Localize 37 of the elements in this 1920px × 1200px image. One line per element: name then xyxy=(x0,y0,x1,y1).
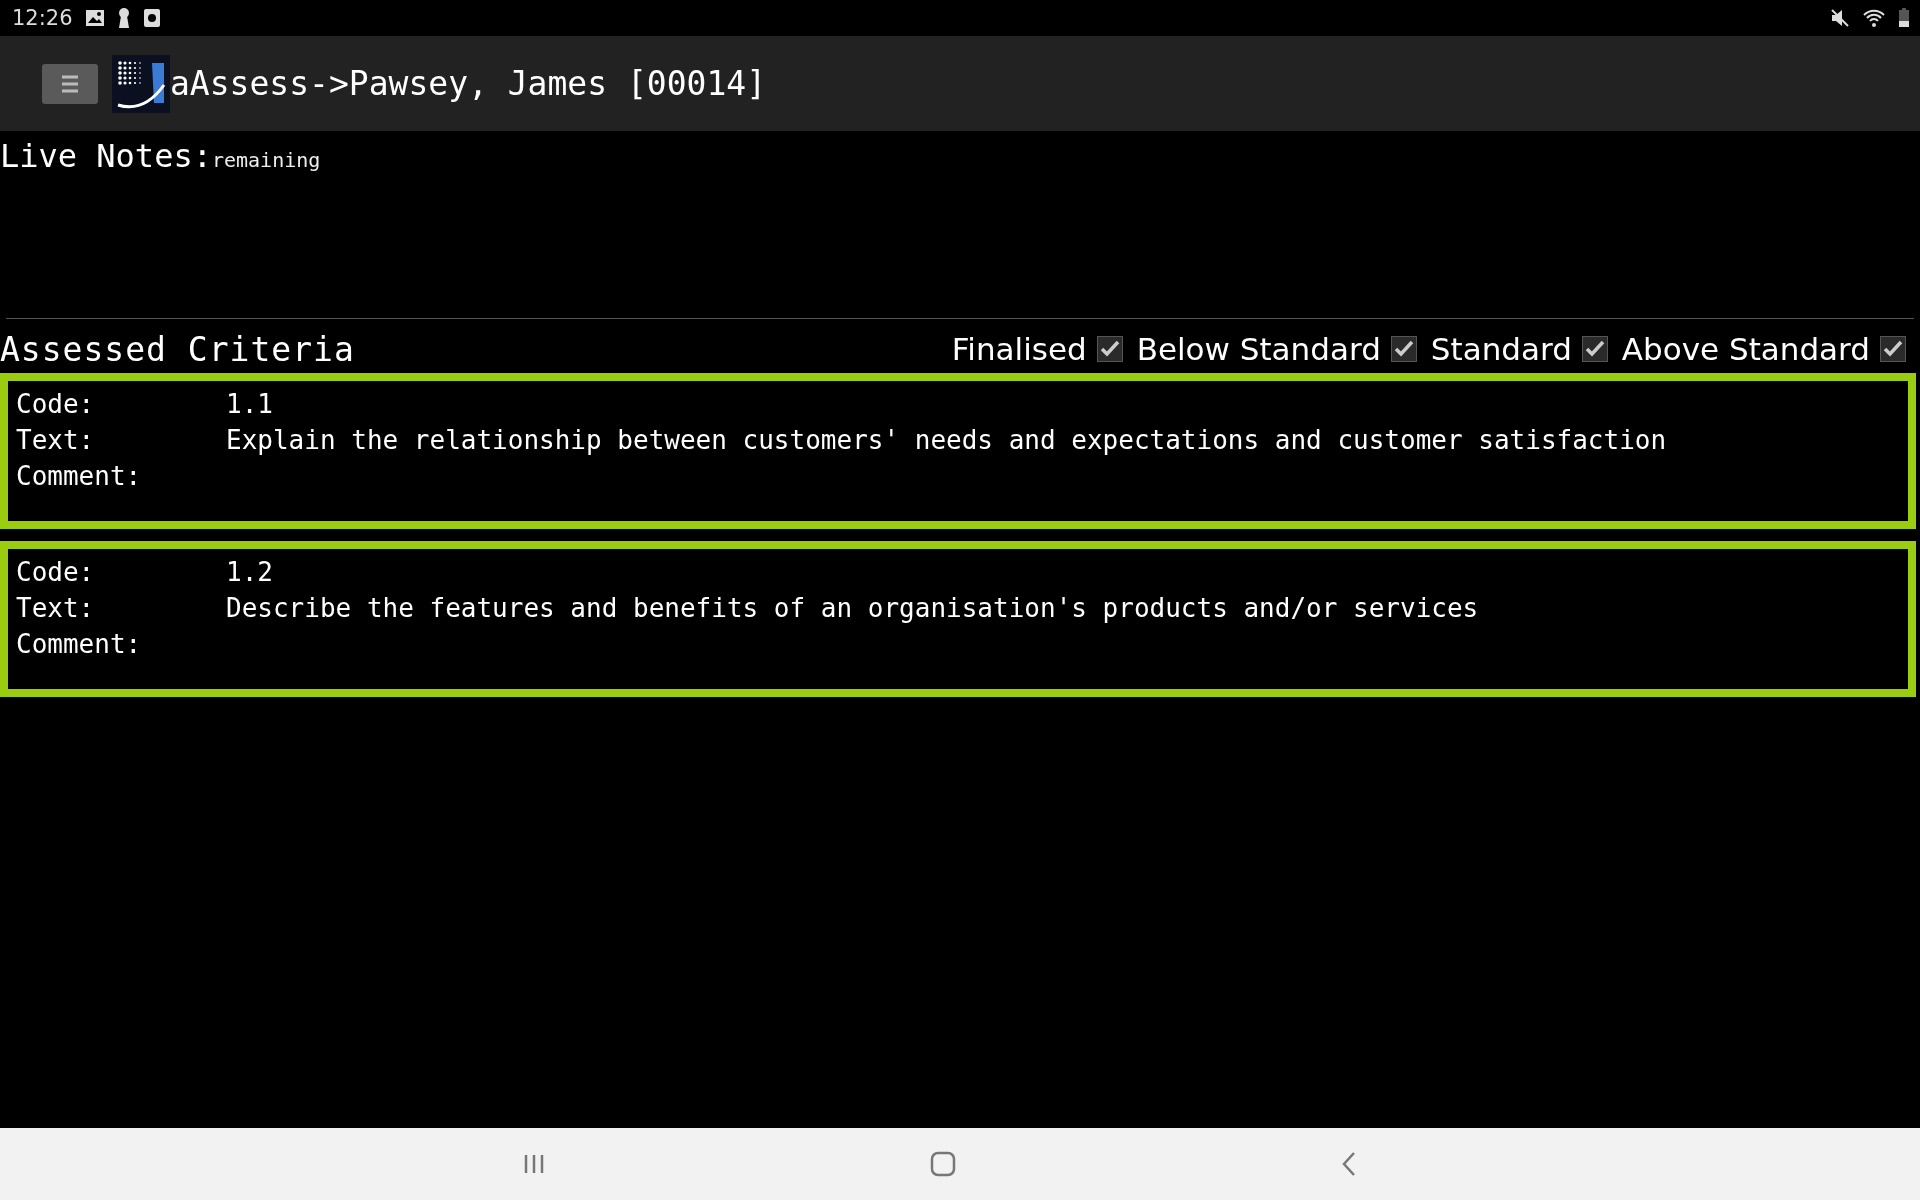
mute-icon xyxy=(1830,8,1850,28)
field-label: Comment: xyxy=(16,461,143,491)
remaining-hint: remaining xyxy=(211,148,321,172)
battery-icon xyxy=(1898,8,1910,28)
field-value: 1.2 xyxy=(226,557,274,587)
menu-icon xyxy=(62,73,78,94)
field-label: Comment: xyxy=(16,629,143,659)
recent-apps-icon[interactable] xyxy=(522,1153,545,1175)
criterion-card[interactable]: Code: 1.1 Text: Explain the relationship between customers' needs and expectations and customer satisfaction Comment: xyxy=(0,373,1916,529)
keyhole-icon xyxy=(116,7,131,29)
field-label: Code: xyxy=(16,557,96,587)
filter-checkbox[interactable] xyxy=(1880,336,1906,362)
back-icon[interactable] xyxy=(1341,1151,1358,1177)
status-time: 12:26 xyxy=(12,6,73,30)
filter-checkbox[interactable] xyxy=(1581,336,1608,362)
field-value: Explain the relationship between customers' needs and expectations and customer satisfaction xyxy=(226,425,1668,455)
field-label: Code: xyxy=(16,389,96,419)
live-notes-label: Live Notes: xyxy=(0,137,212,175)
filter-label: Standard xyxy=(1430,331,1572,367)
image-icon xyxy=(84,9,105,27)
home-icon[interactable] xyxy=(930,1151,956,1177)
field-value: 1.1 xyxy=(226,389,274,419)
camera-icon xyxy=(142,8,161,28)
filter-checkbox[interactable] xyxy=(1096,336,1123,362)
field-value: Describe the features and benefits of an organisation's products and/or services xyxy=(226,593,1480,623)
window-title: aAssess->Pawsey, James [00014] xyxy=(170,64,767,103)
field-label: Text: xyxy=(16,593,96,623)
menu-button[interactable] xyxy=(42,63,98,104)
filter-label: Finalised xyxy=(951,331,1087,367)
filter-checkbox[interactable] xyxy=(1390,336,1417,362)
section-title: Assessed Criteria xyxy=(0,329,355,369)
wifi-icon xyxy=(1862,8,1886,28)
app-logo-icon xyxy=(112,54,170,113)
filter-label: Above Standard xyxy=(1621,331,1870,367)
criterion-card[interactable]: Code: 1.2 Text: Describe the features and benefits of an organisation's products and/or services Comment: xyxy=(0,541,1916,697)
field-label: Text: xyxy=(16,425,96,455)
filter-label: Below Standard xyxy=(1136,331,1381,367)
